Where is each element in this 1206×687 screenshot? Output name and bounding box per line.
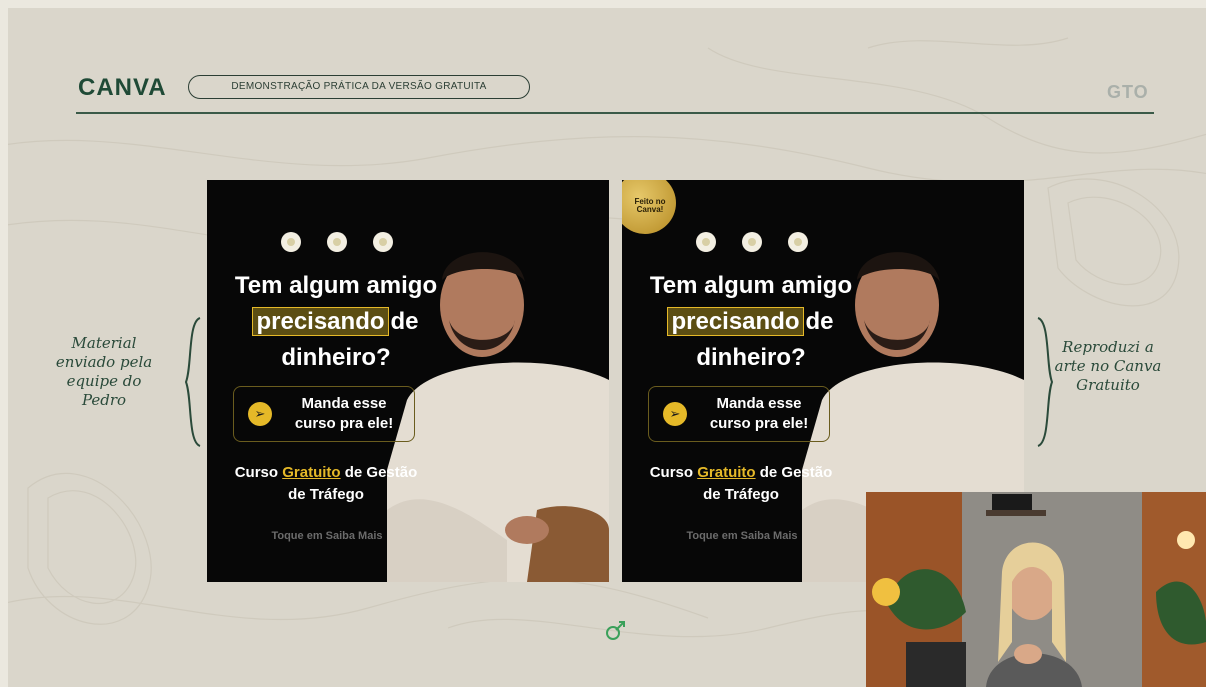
headline-line1: Tem algum amigo — [649, 272, 853, 299]
touch-text: Toque em Saiba Mais — [686, 530, 798, 542]
touch-text: Toque em Saiba Mais — [271, 530, 383, 542]
course-prefix: Curso — [234, 464, 283, 481]
post-headline: Tem algum amigo precisando de dinheiro? — [221, 268, 451, 376]
flower-icon — [281, 232, 393, 252]
course-text: Curso Gratuito de Gestão de Tráfego — [648, 462, 834, 506]
left-brace — [184, 317, 201, 447]
cta-text: Manda esse curso pra ele! — [709, 395, 809, 432]
badge-text: Feito no Canva! — [634, 197, 666, 214]
headline-line1: Tem algum amigo — [234, 272, 438, 299]
presenter-video — [866, 492, 1206, 687]
course-accent: Gratuito — [697, 464, 756, 481]
cta-box: ➢ Manda esse curso pra ele! — [648, 386, 830, 442]
cta-box: ➢ Manda esse curso pra ele! — [233, 386, 415, 442]
course-prefix: Curso — [649, 464, 698, 481]
headline-after: de — [805, 308, 834, 335]
headline-highlight: precisando — [667, 307, 804, 336]
subtitle-pill: DEMONSTRAÇÃO PRÁTICA DA VERSÃO GRATUITA — [188, 75, 530, 99]
brand-title: CANVA — [78, 74, 167, 101]
headline-line3: dinheiro? — [281, 344, 391, 371]
course-text: Curso Gratuito de Gestão de Tráfego — [233, 462, 419, 506]
course-accent: Gratuito — [282, 464, 341, 481]
corner-logo: GTO — [1107, 82, 1149, 102]
post-headline: Tem algum amigo precisando de dinheiro? — [636, 268, 866, 376]
feito-no-canva-badge: Feito no Canva! — [622, 180, 676, 234]
send-icon: ➢ — [248, 402, 272, 426]
original-post: Tem algum amigo precisando de dinheiro? ➢… — [207, 180, 609, 582]
headline-line3: dinheiro? — [696, 344, 806, 371]
left-handwritten-note: Material enviado pela equipe do Pedro — [55, 334, 153, 409]
cta-text: Manda esse curso pra ele! — [294, 395, 394, 432]
send-icon: ➢ — [663, 402, 687, 426]
man-photo — [387, 252, 609, 582]
headline-after: de — [390, 308, 419, 335]
right-handwritten-note: Reproduzi a arte no Canva Gratuito — [1054, 338, 1162, 394]
webcam-overlay — [866, 492, 1206, 687]
header-divider — [76, 112, 1154, 114]
flower-icon — [696, 232, 808, 252]
arrow-mark-icon — [606, 621, 625, 640]
headline-highlight: precisando — [252, 307, 389, 336]
